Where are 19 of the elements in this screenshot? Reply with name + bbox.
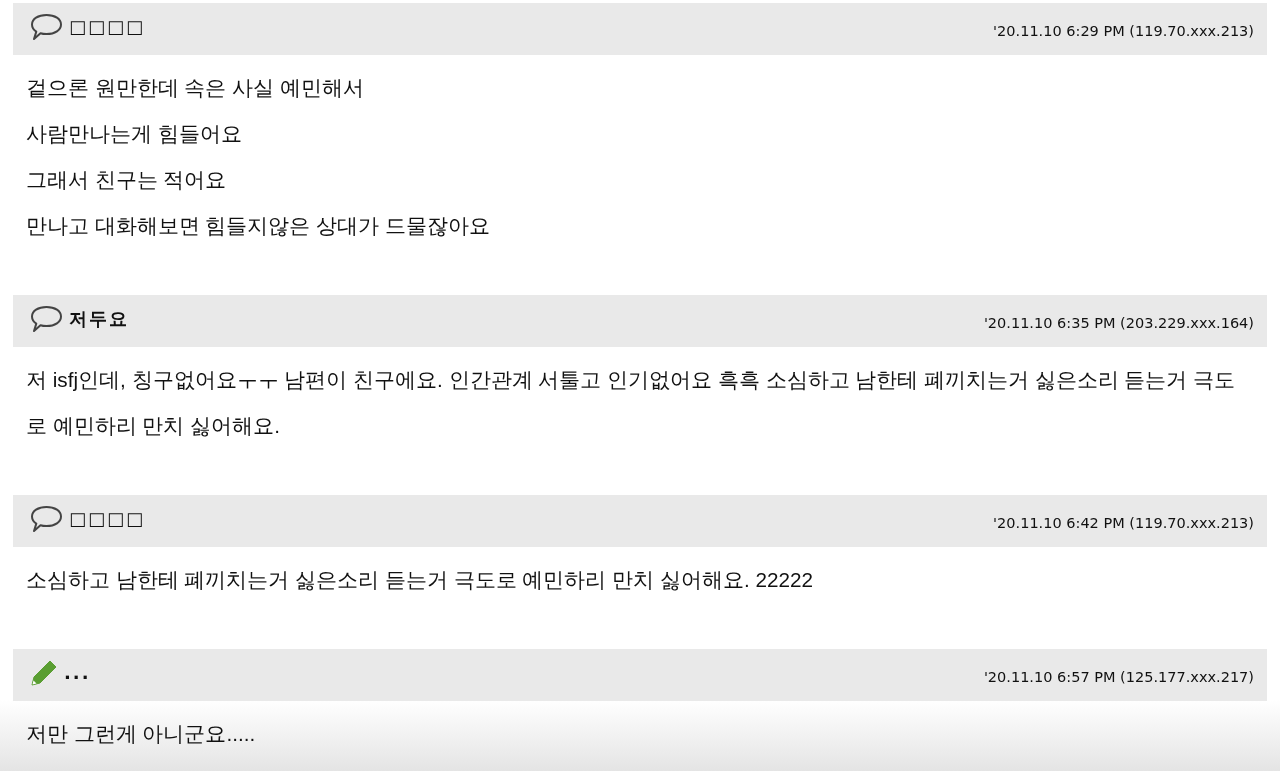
comment-text: 만나고 대화해보면 힘들지않은 상대가 드물잖아요: [26, 213, 491, 239]
comment-text: 소심하고 남한테 폐끼치는거 싫은소리 듣는거 극도로 예민하리 만치 싫어해요. 22222: [26, 567, 814, 593]
comment-text: 사람만나는게 힘들어요: [26, 121, 243, 147]
comment-timestamp: '20.11.10 6:42 PM (119.70.xxx.213): [993, 513, 1254, 533]
author-name: □□□□: [69, 510, 146, 528]
comment-timestamp: '20.11.10 6:57 PM (125.177.xxx.217): [983, 667, 1254, 687]
speech-bubble-icon: [30, 505, 63, 533]
pencil-icon: [30, 659, 58, 687]
speech-bubble-icon: [30, 305, 63, 333]
speech-bubble-icon: [30, 13, 63, 41]
author-name: 저두요: [69, 310, 129, 328]
comment-text: 저 isfj인데, 칭구없어요ㅜㅜ 남편이 친구에요. 인간관계 서툴고 인기없어요 흑흑 소심하고 남한테 폐끼치는거 싫은소리 듣는거 극도로 예민하리 만치 싫어해요.: [26, 367, 1237, 439]
comment-text: 겉으론 원만한데 속은 사실 예민해서: [26, 75, 365, 101]
comment-timestamp: '20.11.10 6:29 PM (119.70.xxx.213): [993, 21, 1254, 41]
author-name: ...: [64, 664, 91, 682]
author-name: □□□□: [69, 18, 146, 36]
comment-timestamp: '20.11.10 6:35 PM (203.229.xxx.164): [983, 313, 1254, 333]
comment-text: 저만 그런게 아니군요.....: [26, 721, 257, 747]
comment-text: 그래서 친구는 적어요: [26, 167, 228, 193]
